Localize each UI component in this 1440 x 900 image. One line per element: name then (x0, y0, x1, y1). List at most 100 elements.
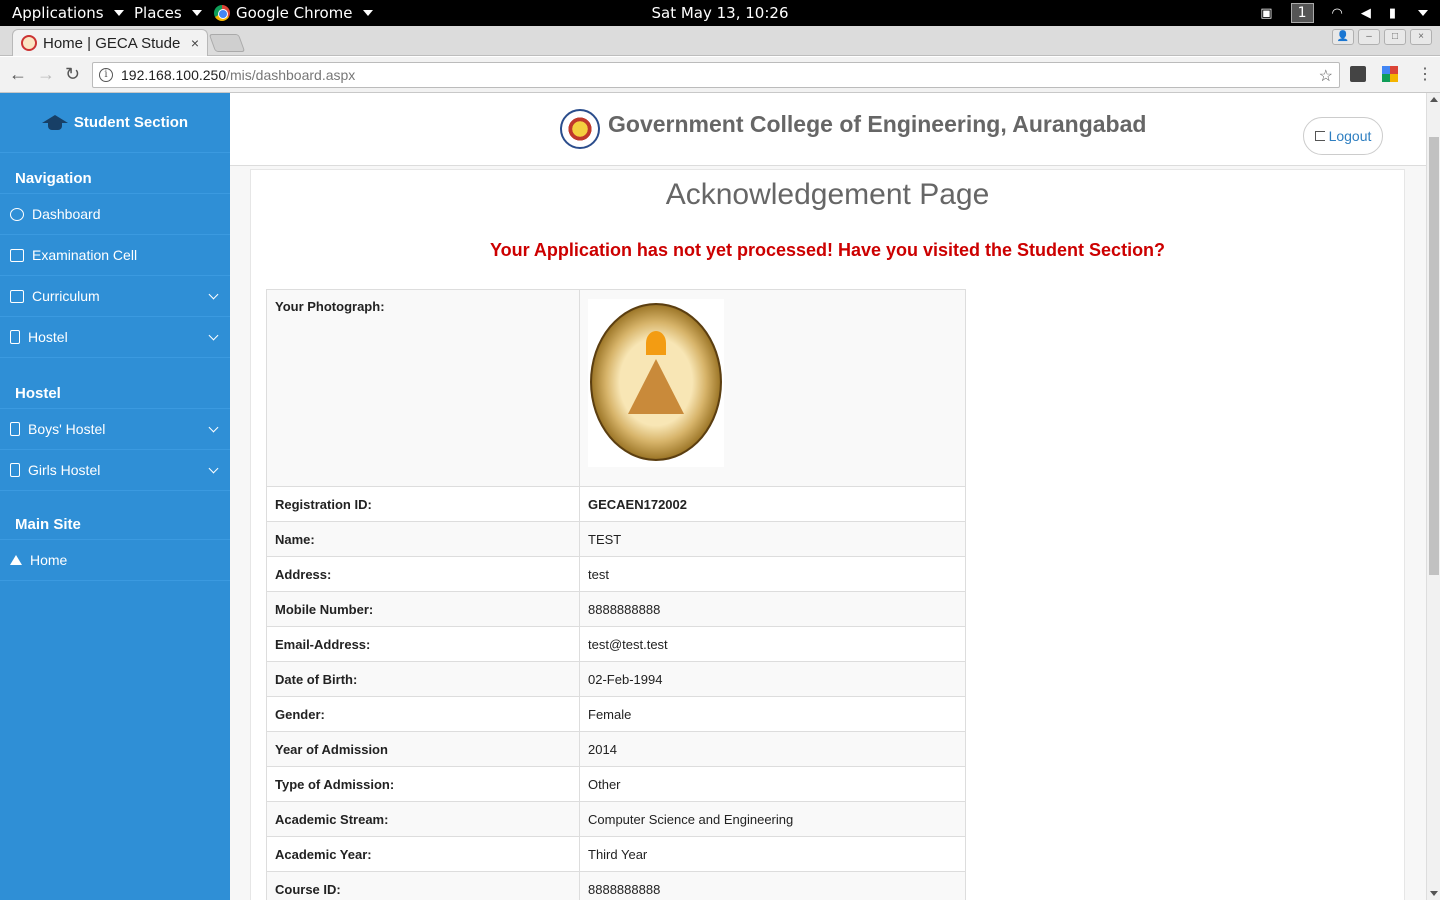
calendar-icon (10, 289, 24, 303)
field-label: Your Photograph: (266, 289, 580, 487)
sidebar: Student Section Navigation Dashboard Exa… (0, 93, 230, 900)
scrollbar-thumb[interactable] (1429, 137, 1439, 575)
shield-extension-icon[interactable] (1350, 66, 1366, 82)
sidebar-heading-navigation: Navigation (0, 153, 230, 194)
sidebar-item-curriculum[interactable]: Curriculum (0, 276, 230, 317)
field-label: Name: (266, 521, 580, 557)
table-row: Registration ID: GECAEN172002 (266, 486, 966, 522)
brand-label: Student Section (73, 114, 189, 131)
kebab-menu-icon[interactable]: ⋮ (1417, 64, 1433, 84)
sidebar-item-label: Girls Hostel (28, 462, 101, 478)
tab-strip: Home | GECA Stude × 👤 – □ × (0, 26, 1440, 56)
sidebar-item-hostel[interactable]: Hostel (0, 317, 230, 358)
table-row: Year of Admission 2014 (266, 731, 966, 767)
workspace-indicator[interactable]: 1 (1290, 3, 1314, 23)
field-value: 8888888888 (579, 871, 966, 900)
field-value: test@test.test (579, 626, 966, 662)
sidebar-brand[interactable]: Student Section (0, 93, 230, 153)
field-value: 02-Feb-1994 (579, 661, 966, 697)
field-value: GECAEN172002 (579, 486, 966, 522)
building-icon (10, 463, 20, 477)
field-label: Year of Admission (266, 731, 580, 767)
sidebar-item-boys-hostel[interactable]: Boys' Hostel (0, 409, 230, 450)
scroll-up-icon[interactable] (1430, 97, 1438, 102)
table-row: Type of Admission: Other (266, 766, 966, 802)
table-row: Academic Year: Third Year (266, 836, 966, 872)
college-name: Government College of Engineering, Auran… (608, 111, 1147, 137)
system-tray[interactable]: ▣ 1 ◠ ◀ ▮ (1260, 3, 1428, 23)
building-icon (10, 422, 20, 436)
wifi-icon[interactable]: ◠ (1332, 6, 1343, 21)
window-controls: 👤 – □ × (1332, 29, 1432, 45)
sidebar-item-examination-cell[interactable]: Examination Cell (0, 235, 230, 276)
pyramid-shape (628, 359, 684, 414)
battery-icon[interactable]: ▮ (1389, 6, 1396, 21)
site-favicon-icon (21, 35, 37, 51)
sidebar-item-dashboard[interactable]: Dashboard (0, 194, 230, 235)
table-row: Course ID: 8888888888 (266, 871, 966, 900)
chevron-down-icon (208, 463, 219, 474)
back-arrow-icon[interactable]: ← (9, 64, 27, 85)
reload-icon[interactable]: ↻ (65, 64, 80, 85)
edit-icon (10, 248, 24, 262)
field-value (579, 289, 966, 487)
url-host: 192.168.100.250 (121, 67, 227, 83)
sidebar-item-label: Hostel (28, 329, 68, 345)
maximize-icon[interactable]: □ (1384, 29, 1406, 45)
chevron-down-icon[interactable] (1418, 10, 1428, 16)
profile-icon[interactable]: 👤 (1332, 29, 1354, 45)
eye-shape (646, 331, 666, 355)
scroll-down-icon[interactable] (1430, 891, 1438, 896)
table-row: Gender: Female (266, 696, 966, 732)
sidebar-item-label: Dashboard (32, 206, 101, 222)
sidebar-item-girls-hostel[interactable]: Girls Hostel (0, 450, 230, 491)
field-label: Registration ID: (266, 486, 580, 522)
forward-arrow-icon[interactable]: → (37, 64, 55, 85)
tab-title: Home | GECA Stude (43, 34, 181, 52)
camera-icon[interactable]: ▣ (1260, 6, 1272, 21)
extension-icon[interactable] (1382, 66, 1398, 82)
field-value: Other (579, 766, 966, 802)
building-icon (10, 330, 20, 344)
sign-out-icon (1314, 131, 1325, 141)
url-path: /mis/dashboard.aspx (226, 67, 356, 83)
table-row: Your Photograph: (266, 289, 966, 487)
graduation-cap-icon (41, 114, 68, 131)
field-label: Address: (266, 556, 580, 592)
sidebar-item-home[interactable]: Home (0, 540, 230, 581)
new-tab-button[interactable] (208, 34, 246, 52)
minimize-icon[interactable]: – (1358, 29, 1380, 45)
browser-tab[interactable]: Home | GECA Stude × (12, 29, 208, 56)
table-row: Name: TEST (266, 521, 966, 557)
address-bar[interactable]: i 192.168.100.250 /mis/dashboard.aspx ☆ (92, 62, 1340, 88)
site-info-icon[interactable]: i (99, 68, 113, 82)
logout-label: Logout (1328, 128, 1372, 144)
chevron-down-icon (208, 422, 219, 433)
field-value: TEST (579, 521, 966, 557)
sidebar-item-label: Boys' Hostel (28, 421, 106, 437)
field-label: Mobile Number: (266, 591, 580, 627)
logout-button[interactable]: Logout (1303, 117, 1383, 155)
clock[interactable]: Sat May 13, 10:26 (0, 4, 1440, 22)
system-top-bar: Applications Places Google Chrome Sat Ma… (0, 0, 1440, 26)
dashboard-icon (10, 207, 24, 221)
field-value: test (579, 556, 966, 592)
field-label: Gender: (266, 696, 580, 732)
field-label: Academic Stream: (266, 801, 580, 837)
volume-icon[interactable]: ◀ (1361, 6, 1371, 21)
field-value: 8888888888 (579, 591, 966, 627)
field-value: Third Year (579, 836, 966, 872)
field-label: Date of Birth: (266, 661, 580, 697)
field-value: 2014 (579, 731, 966, 767)
close-icon[interactable]: × (191, 35, 199, 51)
college-logo (560, 109, 600, 149)
chevron-down-icon (208, 289, 219, 300)
close-window-icon[interactable]: × (1410, 29, 1432, 45)
table-row: Email-Address: test@test.test (266, 626, 966, 662)
bookmark-star-icon[interactable]: ☆ (1319, 66, 1333, 86)
table-row: Mobile Number: 8888888888 (266, 591, 966, 627)
page-scrollbar[interactable] (1426, 93, 1440, 900)
main-content: Government College of Engineering, Auran… (230, 93, 1426, 900)
application-details-table: Your Photograph: Registration ID: GECAEN1… (266, 289, 966, 900)
home-icon (10, 555, 22, 565)
